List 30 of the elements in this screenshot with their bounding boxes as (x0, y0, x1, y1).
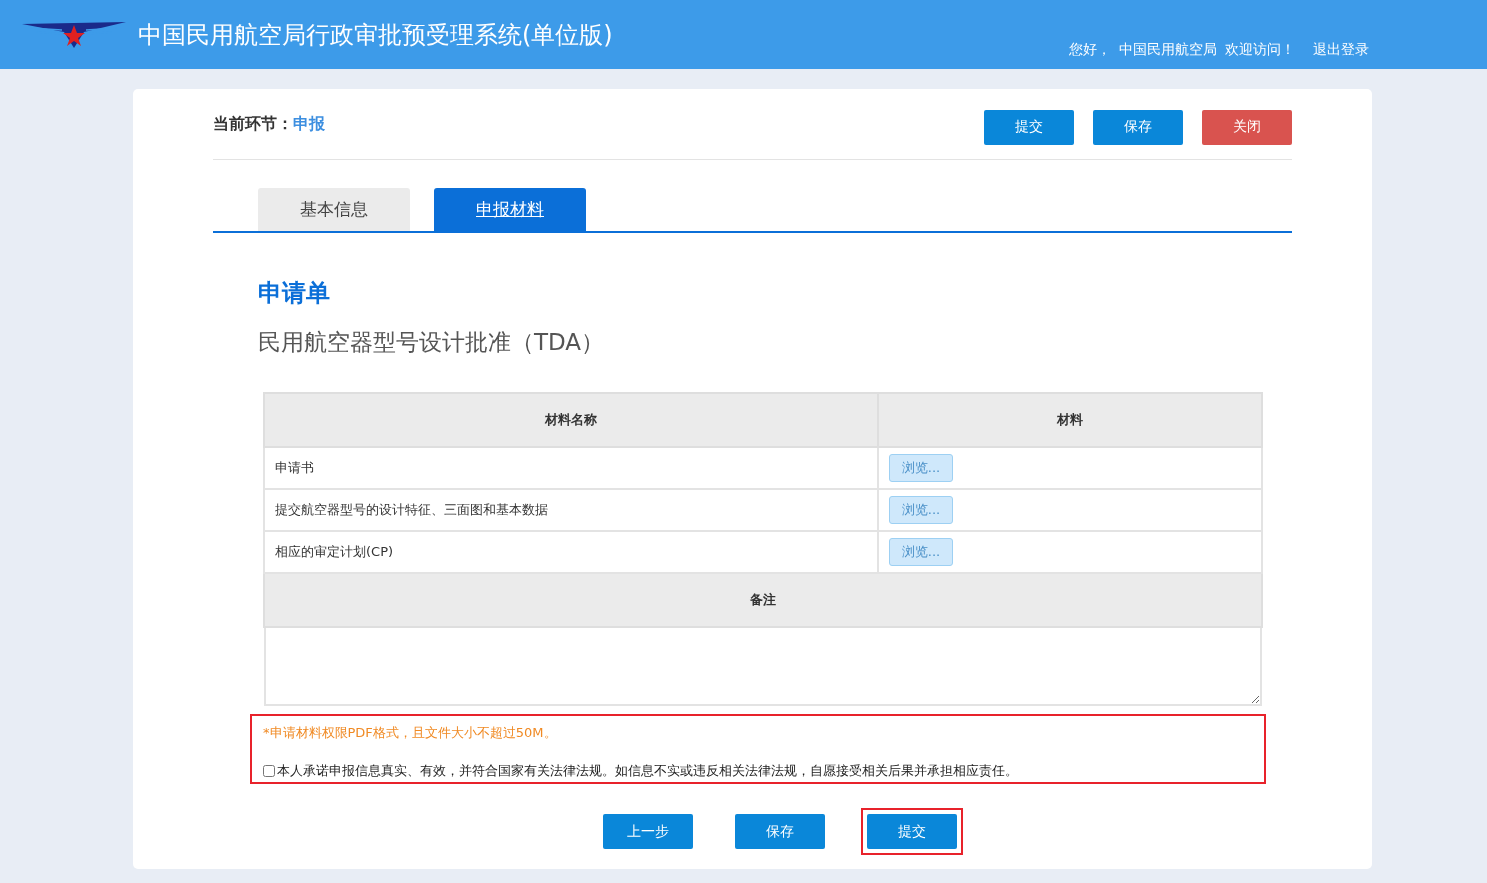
welcome-text: 欢迎访问！ (1225, 41, 1295, 59)
notice-text: *申请材料权限PDF格式，且文件大小不超过50M。 (263, 724, 558, 742)
remarks-header: 备注 (264, 573, 1262, 627)
action-button[interactable]: 关闭 (1202, 109, 1292, 145)
action-button[interactable]: 保存 (1093, 109, 1183, 145)
browse-button[interactable]: 浏览... (889, 538, 953, 566)
logout-link[interactable]: 退出登录 (1313, 41, 1369, 59)
step-button[interactable]: 提交 (867, 814, 957, 849)
tab[interactable]: 基本信息 (258, 188, 410, 231)
form-subtitle: 民用航空器型号设计批准（TDA） (258, 328, 606, 357)
pledge-text: 本人承诺申报信息真实、有效，并符合国家有关法律法规。如信息不实或违反相关法律法规，自愿接受相关后果并承担相应责任。 (277, 762, 1018, 780)
browse-button[interactable]: 浏览... (889, 454, 953, 482)
tab[interactable]: 申报材料 (434, 188, 586, 231)
step-button[interactable]: 上一步 (603, 814, 693, 849)
material-name-cell: 提交航空器型号的设计特征、三面图和基本数据 (264, 489, 878, 531)
user-name: 中国民用航空局 (1119, 41, 1217, 59)
stage-label: 当前环节： (213, 113, 293, 133)
stage-value: 申报 (293, 113, 325, 133)
action-button[interactable]: 提交 (984, 109, 1074, 145)
remarks-field[interactable] (264, 628, 1262, 706)
column-header: 材料名称 (264, 393, 878, 447)
pledge-checkbox[interactable] (263, 765, 275, 777)
form-title: 申请单 (258, 278, 331, 309)
app-title: 中国民用航空局行政审批预受理系统(单位版) (138, 19, 613, 51)
material-name-cell: 申请书 (264, 447, 878, 489)
step-button[interactable]: 保存 (735, 814, 825, 849)
column-header: 材料 (878, 393, 1262, 447)
greeting-text: 您好， (1069, 41, 1111, 59)
wings-star-logo-icon (22, 19, 126, 50)
browse-button[interactable]: 浏览... (889, 496, 953, 524)
